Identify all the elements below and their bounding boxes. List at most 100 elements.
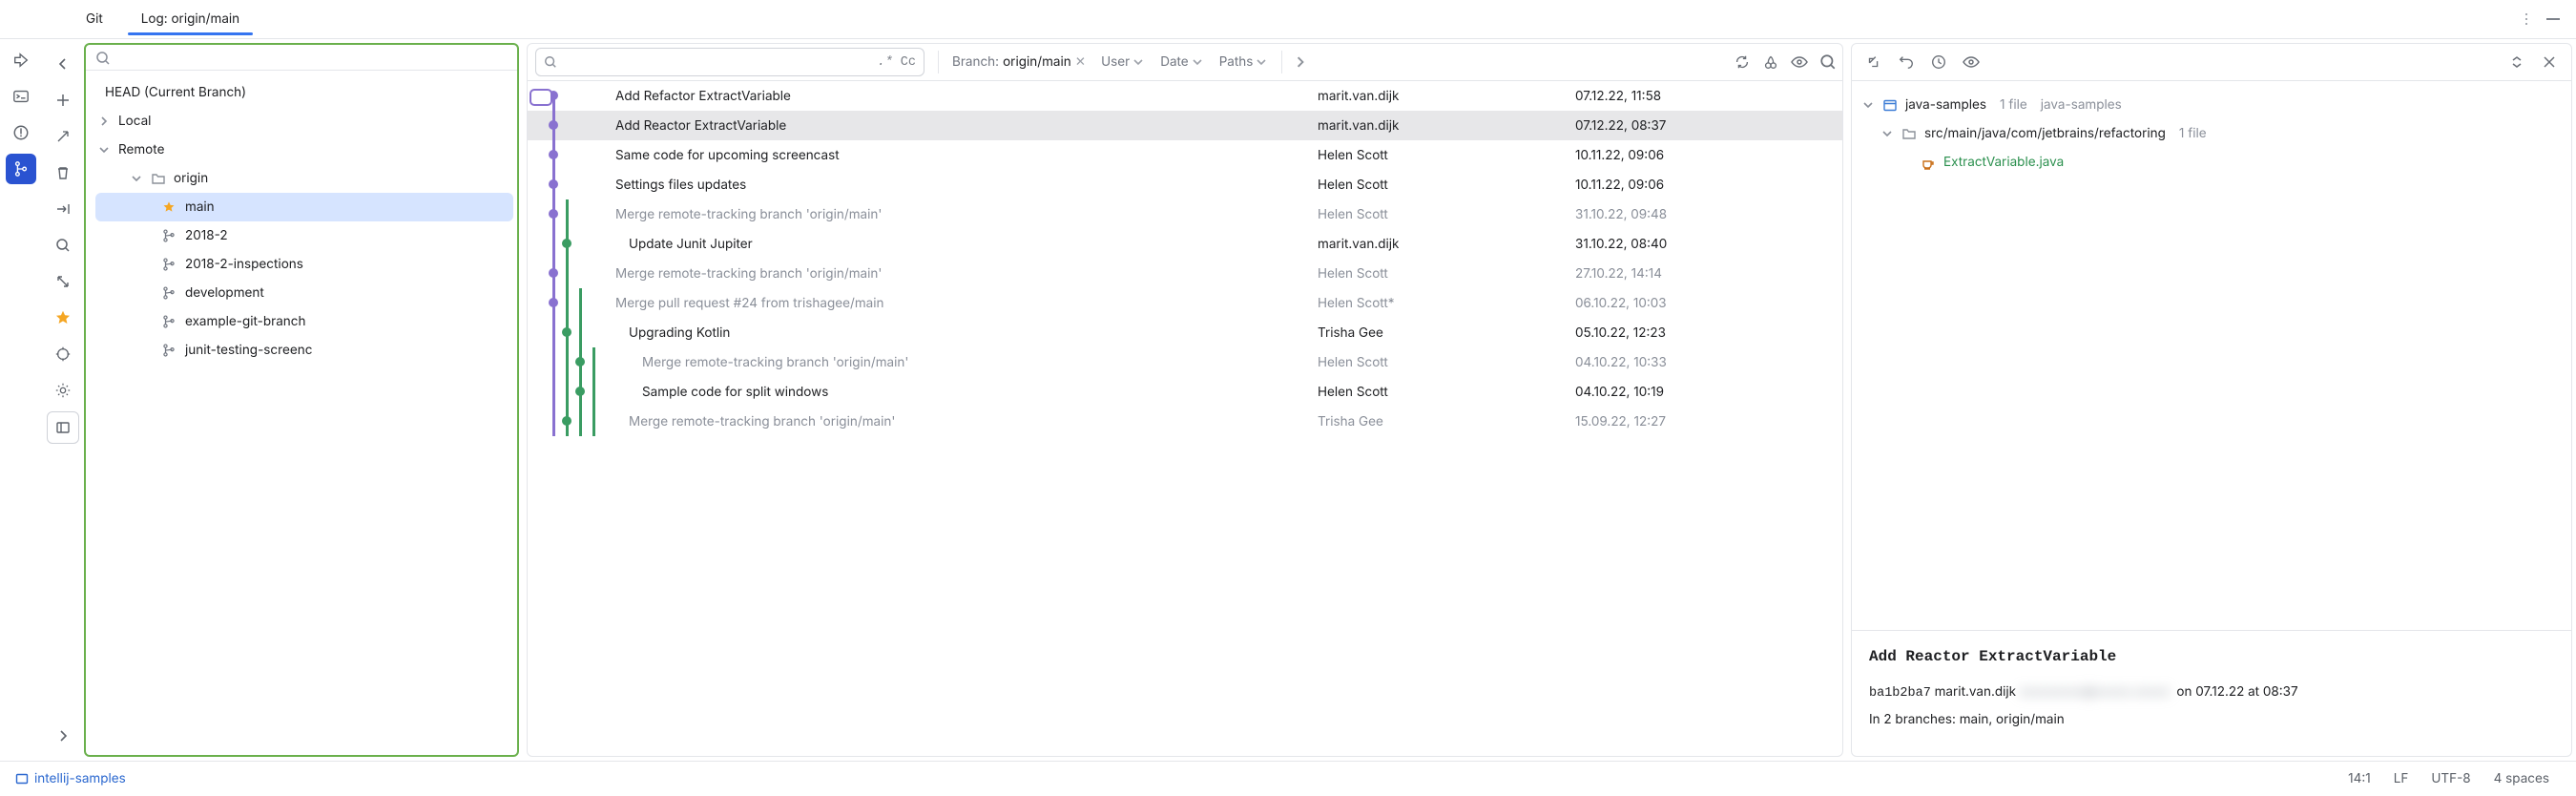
commit-meta: ba1b2ba7 marit.van.dijk xxxxxxxxx@xxxxx.… bbox=[1869, 684, 2554, 701]
commit-row[interactable]: Add Refactor ExtractVariablemarit.van.di… bbox=[528, 81, 1842, 111]
back-icon[interactable] bbox=[48, 49, 78, 79]
delete-icon[interactable] bbox=[48, 157, 78, 188]
branch-icon bbox=[160, 344, 177, 357]
commit-row[interactable]: Merge remote-tracking branch 'origin/mai… bbox=[528, 407, 1842, 436]
commit-row[interactable]: Add Reactor ExtractVariablemarit.van.dij… bbox=[528, 111, 1842, 140]
commit-row[interactable]: Merge pull request #24 from trishagee/ma… bbox=[528, 288, 1842, 318]
branches-panel: HEAD (Current Branch) Local Remote origi… bbox=[84, 43, 519, 757]
history-icon[interactable] bbox=[1924, 53, 1953, 71]
indent-info[interactable]: 4 spaces bbox=[2483, 771, 2561, 786]
chevron-down-icon bbox=[1880, 129, 1894, 138]
search-icon bbox=[544, 55, 557, 69]
file-row-root[interactable]: java-samples 1 file java-samples bbox=[1861, 91, 2564, 119]
encoding[interactable]: UTF-8 bbox=[2420, 771, 2482, 786]
file-row-path[interactable]: src/main/java/com/jetbrains/refactoring … bbox=[1861, 119, 2564, 148]
branch-icon bbox=[160, 229, 177, 242]
cherry-pick-icon[interactable] bbox=[1756, 53, 1785, 71]
status-bar: intellij-samples 14:1 LF UTF-8 4 spaces bbox=[0, 761, 2576, 796]
forward-icon[interactable] bbox=[48, 721, 78, 751]
fetch-icon[interactable] bbox=[48, 266, 78, 297]
log-panel: .* Cc Branch: origin/main ✕ User Date Pa… bbox=[527, 43, 1843, 757]
commit-details-panel: java-samples 1 file java-samples src/mai… bbox=[1851, 43, 2572, 757]
commit-row[interactable]: Upgrading KotlinTrisha Gee05.10.22, 12:2… bbox=[528, 318, 1842, 347]
branch-item[interactable]: 2018-2-inspections bbox=[95, 250, 513, 279]
commit-title: Add Reactor ExtractVariable bbox=[1869, 648, 2554, 665]
match-case-icon[interactable]: Cc bbox=[901, 55, 916, 70]
chevron-right-icon bbox=[97, 116, 111, 126]
branch-filter[interactable]: Branch: origin/main ✕ bbox=[945, 54, 1093, 70]
expand-collapse-icon[interactable] bbox=[2503, 54, 2531, 70]
collapse-panel-icon[interactable] bbox=[47, 411, 79, 444]
commit-branches: In 2 branches: main, origin/main bbox=[1869, 712, 2554, 727]
caret-pos[interactable]: 14:1 bbox=[2337, 771, 2382, 786]
scroll-right-icon[interactable] bbox=[1288, 56, 1313, 68]
locate-icon[interactable] bbox=[48, 339, 78, 369]
paths-filter[interactable]: Paths bbox=[1212, 54, 1277, 70]
add-icon[interactable] bbox=[48, 85, 78, 115]
compare-icon[interactable] bbox=[48, 194, 78, 224]
find-in-log-icon[interactable] bbox=[1814, 53, 1842, 71]
more-options-icon[interactable] bbox=[2513, 11, 2540, 27]
log-search-input[interactable]: .* Cc bbox=[535, 48, 924, 76]
chevron-down-icon bbox=[1257, 57, 1268, 67]
settings-icon[interactable] bbox=[48, 375, 78, 406]
origin-row[interactable]: origin bbox=[95, 164, 513, 193]
search-icon bbox=[95, 51, 111, 66]
commit-row[interactable]: Settings files updatesHelen Scott10.11.2… bbox=[528, 170, 1842, 199]
services-icon[interactable] bbox=[6, 45, 36, 75]
branch-item[interactable]: main bbox=[95, 193, 513, 221]
tab-log[interactable]: Log: origin/main bbox=[122, 4, 259, 34]
branches-tree: HEAD (Current Branch) Local Remote origi… bbox=[86, 71, 517, 755]
tool-window-tabs: Git Log: origin/main bbox=[0, 0, 2576, 39]
regex-icon[interactable]: .* bbox=[878, 55, 893, 70]
details-toolbar bbox=[1852, 44, 2571, 81]
folder-icon bbox=[151, 171, 166, 186]
commit-row[interactable]: Merge remote-tracking branch 'origin/mai… bbox=[528, 347, 1842, 377]
git-icon[interactable] bbox=[6, 154, 36, 184]
branch-item[interactable]: development bbox=[95, 279, 513, 307]
branches-search[interactable] bbox=[86, 45, 517, 71]
tab-git[interactable]: Git bbox=[67, 4, 122, 34]
changed-files-tree: java-samples 1 file java-samples src/mai… bbox=[1852, 81, 2571, 177]
close-icon[interactable] bbox=[2535, 55, 2564, 69]
terminal-icon[interactable] bbox=[6, 81, 36, 112]
folder-icon bbox=[1901, 126, 1917, 141]
clear-filter-icon[interactable]: ✕ bbox=[1075, 54, 1086, 70]
branch-item[interactable]: 2018-2 bbox=[95, 221, 513, 250]
branch-icon bbox=[160, 286, 177, 300]
branch-item[interactable]: example-git-branch bbox=[95, 307, 513, 336]
chevron-down-icon bbox=[1193, 57, 1204, 67]
user-filter[interactable]: User bbox=[1093, 54, 1153, 70]
date-filter[interactable]: Date bbox=[1153, 54, 1211, 70]
java-file-icon bbox=[1919, 154, 1936, 171]
branch-item[interactable]: junit-testing-screenc bbox=[95, 336, 513, 365]
commit-row[interactable]: Update Junit Jupitermarit.van.dijk31.10.… bbox=[528, 229, 1842, 259]
revert-icon[interactable] bbox=[1892, 53, 1921, 71]
problems-icon[interactable] bbox=[6, 117, 36, 148]
module-link[interactable]: intellij-samples bbox=[15, 771, 126, 786]
remote-row[interactable]: Remote bbox=[95, 136, 513, 164]
line-ending[interactable]: LF bbox=[2382, 771, 2420, 786]
chevron-down-icon bbox=[1133, 57, 1145, 67]
local-row[interactable]: Local bbox=[95, 107, 513, 136]
chevron-down-icon bbox=[97, 145, 111, 155]
commit-row[interactable]: Merge remote-tracking branch 'origin/mai… bbox=[528, 199, 1842, 229]
head-row[interactable]: HEAD (Current Branch) bbox=[95, 78, 513, 107]
preview-diff-icon[interactable] bbox=[1957, 52, 1985, 72]
find-icon[interactable] bbox=[48, 230, 78, 261]
commit-message-view: Add Reactor ExtractVariable ba1b2ba7 mar… bbox=[1852, 630, 2571, 756]
chevron-down-icon bbox=[1861, 100, 1875, 110]
refresh-icon[interactable] bbox=[1728, 53, 1756, 71]
commit-row[interactable]: Sample code for split windowsHelen Scott… bbox=[528, 377, 1842, 407]
branch-icon bbox=[160, 258, 177, 271]
minimize-icon[interactable] bbox=[2540, 18, 2566, 20]
go-to-source-icon[interactable] bbox=[1859, 53, 1888, 71]
commit-row[interactable]: Merge remote-tracking branch 'origin/mai… bbox=[528, 259, 1842, 288]
commit-list[interactable]: Add Refactor ExtractVariablemarit.van.di… bbox=[528, 81, 1842, 756]
preview-icon[interactable] bbox=[1785, 52, 1814, 72]
checkout-icon[interactable] bbox=[48, 121, 78, 152]
module-icon bbox=[1882, 97, 1898, 113]
commit-row[interactable]: Same code for upcoming screencastHelen S… bbox=[528, 140, 1842, 170]
file-row[interactable]: ExtractVariable.java bbox=[1861, 148, 2564, 177]
favorite-star-icon[interactable] bbox=[48, 303, 78, 333]
